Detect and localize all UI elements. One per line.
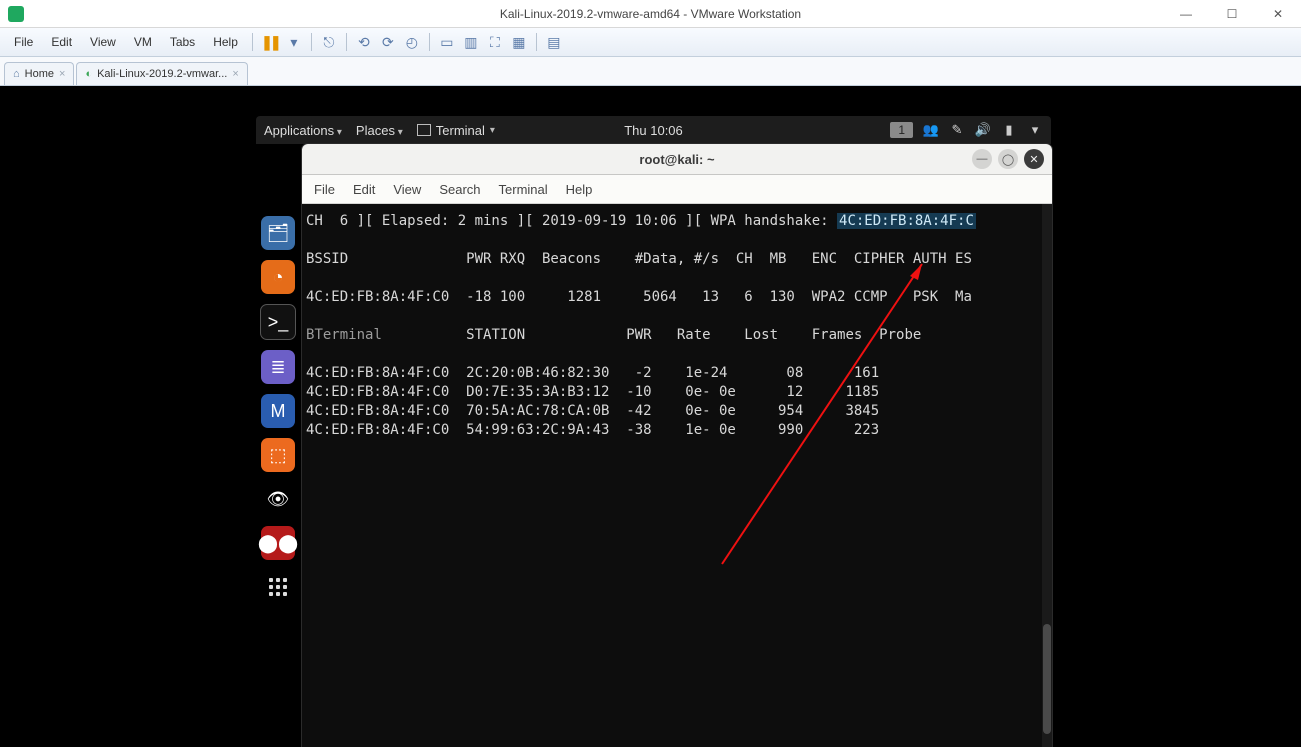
term-menu-help[interactable]: Help <box>566 182 593 197</box>
users-icon[interactable]: 👥 <box>923 122 939 138</box>
ap-header: BSSID PWR RXQ Beacons #Data, #/s CH MB E… <box>306 251 972 267</box>
terminal-close-button[interactable]: ✕ <box>1024 149 1044 169</box>
snapshot-manage-icon[interactable]: ◴ <box>403 33 421 51</box>
snapshot-icon[interactable]: ⎋ <box>320 33 338 51</box>
gnome-topbar: Applications Places Terminal Thu 10:06 1… <box>256 116 1051 144</box>
vmware-tabstrip: ⌂ Home × ◐ Kali-Linux-2019.2-vmwar... × <box>0 57 1301 86</box>
term-menu-view[interactable]: View <box>393 182 421 197</box>
tab-kali[interactable]: ◐ Kali-Linux-2019.2-vmwar... × <box>76 62 247 85</box>
metasploit-icon[interactable]: M <box>261 394 295 428</box>
menu-edit[interactable]: Edit <box>43 31 80 53</box>
guest-display[interactable]: Applications Places Terminal Thu 10:06 1… <box>0 86 1301 747</box>
terminal-window: root@kali: ~ — ◯ ✕ File Edit View Search… <box>302 144 1052 747</box>
terminal-titlebar[interactable]: root@kali: ~ — ◯ ✕ <box>302 144 1052 175</box>
term-menu-edit[interactable]: Edit <box>353 182 375 197</box>
show-apps-icon[interactable] <box>261 570 295 604</box>
station-row: 4C:ED:FB:8A:4F:C0 54:99:63:2C:9A:43 -38 … <box>306 422 879 438</box>
status-line: CH 6 ][ Elapsed: 2 mins ][ 2019-09-19 10… <box>306 213 837 229</box>
snapshot-revert-icon[interactable]: ⟳ <box>379 33 397 51</box>
minimize-button[interactable]: — <box>1163 0 1209 27</box>
text-editor-icon[interactable]: ≣ <box>261 350 295 384</box>
menu-file[interactable]: File <box>6 31 41 53</box>
vmware-titlebar: Kali-Linux-2019.2-vmware-amd64 - VMware … <box>0 0 1301 28</box>
kali-icon: ◐ <box>85 68 92 80</box>
ap-row: 4C:ED:FB:8A:4F:C0 -18 100 1281 5064 13 6… <box>306 289 972 305</box>
terminal-scrollbar[interactable] <box>1042 204 1052 747</box>
system-dropdown-icon[interactable]: ▾ <box>1027 122 1043 138</box>
active-app-label: Terminal <box>436 123 485 138</box>
applications-menu[interactable]: Applications <box>264 123 342 138</box>
firefox-icon[interactable]: ◔ <box>261 260 295 294</box>
station-header-terminal: Terminal <box>314 327 381 343</box>
tab-home-close-icon[interactable]: × <box>59 68 65 80</box>
station-row: 4C:ED:FB:8A:4F:C0 D0:7E:35:3A:B3:12 -10 … <box>306 384 879 400</box>
term-menu-file[interactable]: File <box>314 182 335 197</box>
library-icon[interactable]: ▤ <box>545 33 563 51</box>
term-menu-terminal[interactable]: Terminal <box>499 182 548 197</box>
menu-view[interactable]: View <box>82 31 124 53</box>
pause-vm-icon[interactable]: ❚❚ <box>261 33 279 51</box>
term-menu-search[interactable]: Search <box>439 182 480 197</box>
vmware-app-icon <box>8 6 24 22</box>
active-app-indicator[interactable]: Terminal <box>417 123 495 138</box>
files-icon[interactable]: 🗂 <box>261 216 295 250</box>
unity-icon[interactable]: ▥ <box>462 33 480 51</box>
snapshot-take-icon[interactable]: ⟲ <box>355 33 373 51</box>
tab-kali-label: Kali-Linux-2019.2-vmwar... <box>97 68 227 80</box>
toolbar-dropdown-icon[interactable]: ▾ <box>285 33 303 51</box>
kali-desktop: Applications Places Terminal Thu 10:06 1… <box>256 116 1051 144</box>
terminal-minimize-button[interactable]: — <box>972 149 992 169</box>
vmware-window-title: Kali-Linux-2019.2-vmware-amd64 - VMware … <box>500 7 801 21</box>
menu-help[interactable]: Help <box>205 31 246 53</box>
gnome-dock: 🗂 ◔ >_ ≣ M ⬚ 👁 ⬤⬤ <box>256 216 300 604</box>
record-icon[interactable]: ✎ <box>949 122 965 138</box>
tab-home-label: Home <box>25 68 54 80</box>
maximize-button[interactable]: ☐ <box>1209 0 1255 27</box>
tab-home[interactable]: ⌂ Home × <box>4 62 74 85</box>
home-icon: ⌂ <box>13 68 20 80</box>
station-row: 4C:ED:FB:8A:4F:C0 2C:20:0B:46:82:30 -2 1… <box>306 365 879 381</box>
handshake-highlight: 4C:ED:FB:8A:4F:C <box>837 213 976 229</box>
terminal-app-icon <box>417 124 431 136</box>
vmware-menubar: File Edit View VM Tabs Help ❚❚ ▾ ⎋ ⟲ ⟳ ◴… <box>0 28 1301 57</box>
battery-icon[interactable]: ▮ <box>1001 122 1017 138</box>
scrollbar-thumb[interactable] <box>1043 624 1051 734</box>
zenmap-icon[interactable]: 👁 <box>261 482 295 516</box>
cherrytree-icon[interactable]: ⬤⬤ <box>261 526 295 560</box>
menu-tabs[interactable]: Tabs <box>162 31 203 53</box>
terminal-menubar: File Edit View Search Terminal Help <box>302 175 1052 204</box>
burp-icon[interactable]: ⬚ <box>261 438 295 472</box>
volume-icon[interactable]: 🔊 <box>975 122 991 138</box>
menu-vm[interactable]: VM <box>126 31 160 53</box>
clock[interactable]: Thu 10:06 <box>624 123 683 138</box>
places-menu[interactable]: Places <box>356 123 403 138</box>
terminal-icon[interactable]: >_ <box>260 304 296 340</box>
fullscreen-icon[interactable]: ▭ <box>438 33 456 51</box>
station-header-rest: STATION PWR Rate Lost Frames Probe <box>382 327 921 343</box>
tab-kali-close-icon[interactable]: × <box>232 68 238 80</box>
station-row: 4C:ED:FB:8A:4F:C0 70:5A:AC:78:CA:0B -42 … <box>306 403 879 419</box>
terminal-output[interactable]: CH 6 ][ Elapsed: 2 mins ][ 2019-09-19 10… <box>302 204 1052 747</box>
stretch-icon[interactable]: ⛶ <box>486 33 504 51</box>
terminal-title: root@kali: ~ <box>639 152 714 167</box>
terminal-maximize-button[interactable]: ◯ <box>998 149 1018 169</box>
multimonitor-icon[interactable]: ▦ <box>510 33 528 51</box>
close-button[interactable]: ✕ <box>1255 0 1301 27</box>
workspace-indicator[interactable]: 1 <box>890 122 913 138</box>
